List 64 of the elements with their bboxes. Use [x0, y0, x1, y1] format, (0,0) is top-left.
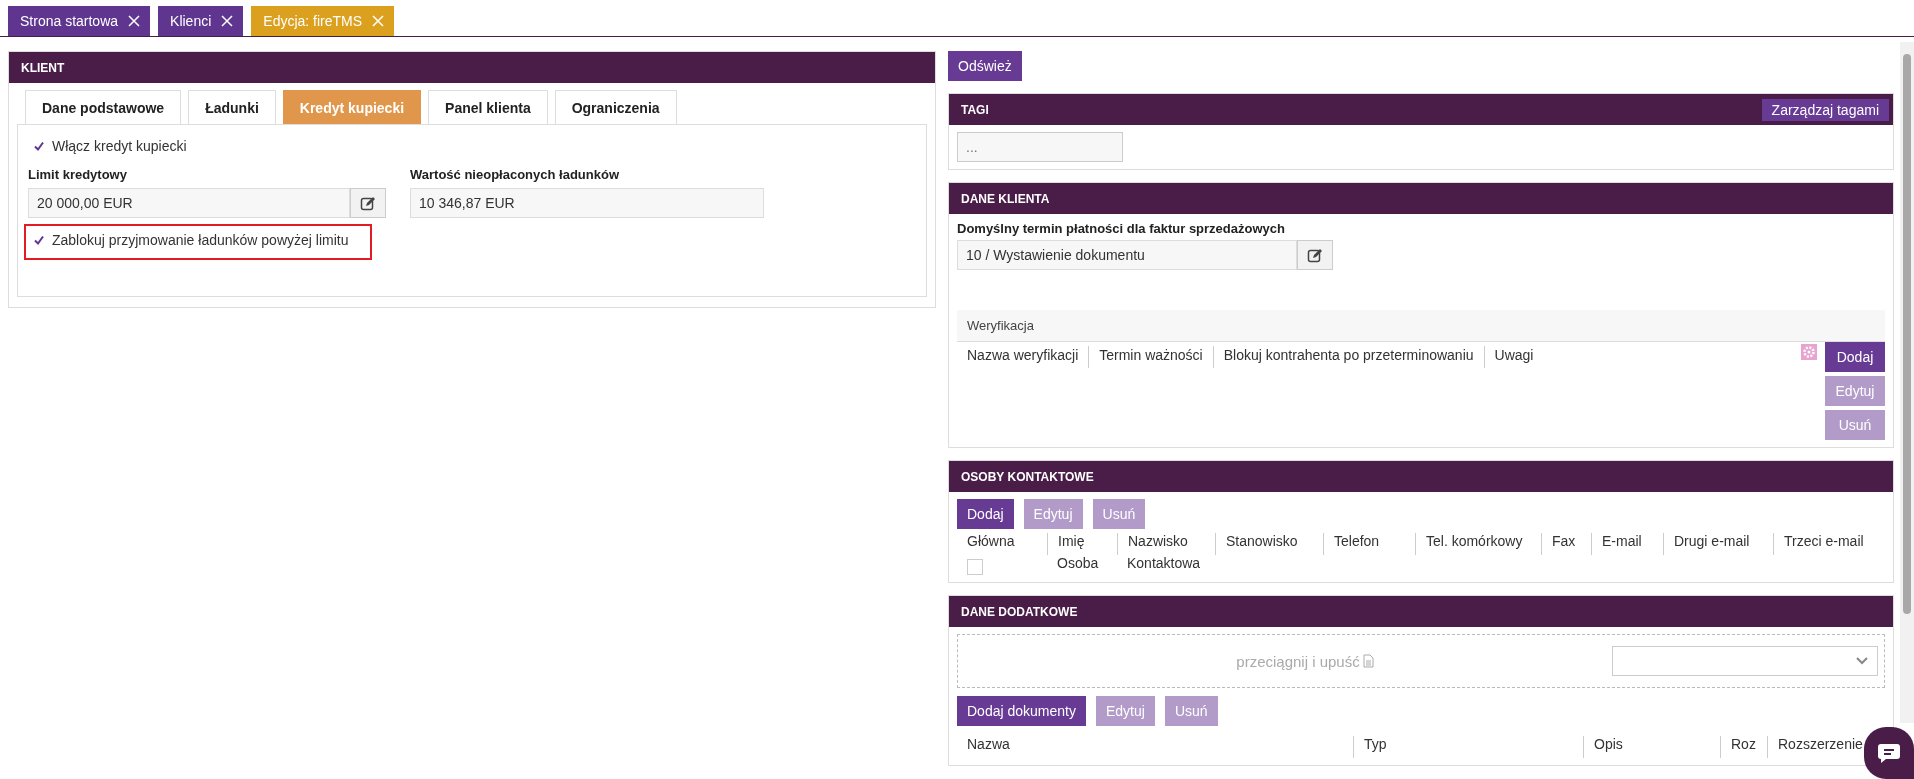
tab[interactable]: Ładunki — [188, 90, 276, 124]
section-title: Weryfikacja — [957, 310, 1885, 342]
table-cell-text: Osoba — [1056, 555, 1100, 573]
panel-title: DANE DODATKOWE — [961, 604, 1078, 619]
close-icon — [221, 15, 234, 27]
panel-title: TAGI — [961, 102, 989, 117]
refresh-button[interactable]: Odśwież — [948, 51, 1022, 81]
checkbox[interactable] — [967, 559, 983, 575]
column-header: Typ — [1353, 736, 1583, 758]
column-header: Trzeci e-mail — [1773, 533, 1885, 555]
column-header: Nazwisko — [1117, 533, 1215, 555]
settings-icon — [1801, 344, 1817, 360]
column-header: Opis — [1583, 736, 1720, 758]
drop-hint: przeciągnij i upuść — [1236, 652, 1360, 670]
button[interactable]: Dodaj — [1825, 342, 1885, 372]
edit-button[interactable] — [350, 188, 386, 218]
column-header: Imię — [1047, 533, 1117, 555]
checkbox[interactable] — [32, 233, 46, 247]
column-header: Fax — [1541, 533, 1591, 555]
manage-tags-button[interactable]: Zarządzaj tagami — [1761, 98, 1889, 121]
column-header: Roz — [1720, 736, 1767, 758]
column-header: Stanowisko — [1215, 533, 1323, 555]
field-label: Limit kredytowy — [28, 167, 128, 182]
pencil-icon — [1307, 247, 1323, 263]
chat-button[interactable] — [1864, 727, 1914, 779]
panel-title: DANE KLIENTA — [961, 191, 1050, 206]
chat-icon — [1877, 743, 1901, 763]
scroll-thumb[interactable] — [1903, 54, 1911, 614]
column-header: Tel. komórkowy — [1415, 533, 1541, 555]
panel-title: OSOBY KONTAKTOWE — [961, 469, 1094, 484]
tab[interactable]: Klienci — [158, 6, 244, 36]
tab[interactable]: Dane podstawowe — [25, 90, 182, 124]
column-header: Termin ważności — [1089, 346, 1214, 368]
button[interactable]: Dodaj dokumenty — [957, 696, 1086, 726]
column-header: E-mail — [1591, 533, 1663, 555]
table-cell-text: Kontaktowa — [1126, 555, 1202, 573]
column-header: Nazwa — [966, 736, 1011, 754]
checkbox-label: Włącz kredyt kupiecki — [52, 138, 187, 154]
field-label: Domyślny termin płatności dla faktur sprzedażowych — [957, 221, 1286, 236]
panel-title: KLIENT — [21, 60, 65, 75]
button[interactable]: Dodaj — [957, 499, 1014, 529]
chevron-down-icon — [1855, 656, 1869, 666]
column-header: Blokuj kontrahenta po przeterminowaniu — [1213, 346, 1485, 368]
checkbox[interactable] — [32, 139, 46, 153]
tags-field[interactable]: ... — [957, 132, 1123, 162]
column-header: Główna — [966, 533, 1016, 551]
column-header: Uwagi — [1493, 346, 1535, 365]
close-icon — [128, 15, 141, 27]
input-field[interactable]: 20 000,00 EUR — [28, 188, 350, 218]
checkbox-label: Zablokuj przyjmowanie ładunków powyżej limitu — [52, 232, 349, 248]
tab[interactable]: Panel klienta — [428, 90, 548, 124]
field-label: Wartość nieopłaconych ładunków — [410, 167, 620, 182]
scrollbar[interactable] — [1900, 42, 1914, 723]
input-field[interactable]: 10 / Wystawienie dokumentu — [957, 240, 1297, 270]
column-header: Telefon — [1323, 533, 1415, 555]
edit-button[interactable] — [1297, 240, 1333, 270]
column-header: Nazwa weryfikacji — [957, 346, 1090, 368]
input-field[interactable]: 10 346,87 EUR — [410, 188, 764, 218]
tab[interactable]: Ograniczenia — [554, 90, 677, 124]
close-icon — [372, 15, 385, 27]
document-icon — [1362, 654, 1374, 668]
tab[interactable]: Strona startowa — [8, 6, 151, 36]
column-header: Drugi e-mail — [1663, 533, 1773, 555]
pencil-icon — [360, 195, 376, 211]
